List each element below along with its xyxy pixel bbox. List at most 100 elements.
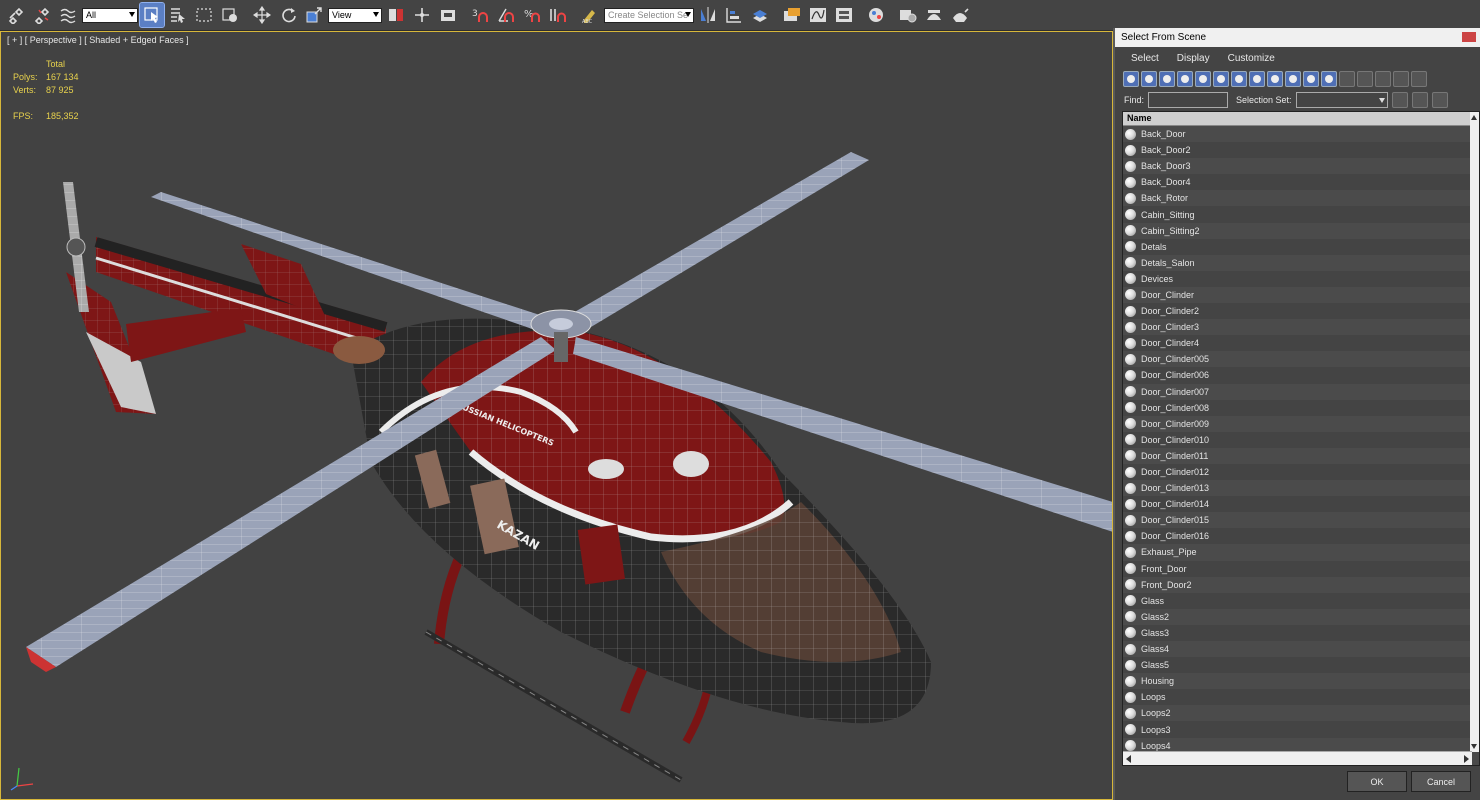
angle-snap-icon[interactable]	[494, 3, 518, 27]
list-item[interactable]: Door_Clinder005	[1123, 351, 1472, 368]
list-item[interactable]: Glass5	[1123, 657, 1472, 674]
list-item[interactable]: Devices	[1123, 270, 1472, 287]
pivot-icon[interactable]	[384, 3, 408, 27]
rotate-icon[interactable]	[276, 3, 300, 27]
list-item[interactable]: Door_Clinder007	[1123, 383, 1472, 400]
list-item[interactable]: Door_Clinder008	[1123, 399, 1472, 416]
selection-filter-select[interactable]: All	[82, 7, 138, 23]
mirror-icon[interactable]	[696, 3, 720, 27]
list-item[interactable]: Door_Clinder014	[1123, 496, 1472, 513]
list-item[interactable]: Glass2	[1123, 608, 1472, 625]
dialog-titlebar[interactable]: Select From Scene	[1115, 28, 1480, 47]
list-item[interactable]: Loops2	[1123, 705, 1472, 722]
display-geometry-icon[interactable]	[1123, 71, 1139, 87]
display-containers-icon[interactable]	[1285, 71, 1301, 87]
snap-3d-icon[interactable]: 3	[468, 3, 492, 27]
select-invert-icon[interactable]	[1431, 92, 1448, 108]
menu-select[interactable]: Select	[1131, 53, 1159, 64]
reference-coordinate-select[interactable]: View	[328, 7, 382, 23]
rect-region-icon[interactable]	[192, 3, 216, 27]
list-item[interactable]: Door_Clinder015	[1123, 512, 1472, 529]
render-frame-icon[interactable]	[922, 3, 946, 27]
list-item[interactable]: Front_Door	[1123, 560, 1472, 577]
schematic-view-icon[interactable]	[832, 3, 856, 27]
list-item[interactable]: Door_Clinder4	[1123, 335, 1472, 352]
sync-selection-icon[interactable]	[1411, 71, 1427, 87]
list-item[interactable]: Back_Door2	[1123, 142, 1472, 159]
list-item[interactable]: Cabin_Sitting	[1123, 206, 1472, 223]
list-item[interactable]: Door_Clinder2	[1123, 303, 1472, 320]
list-item[interactable]: Back_Door3	[1123, 158, 1472, 175]
display-none-icon[interactable]	[1357, 71, 1373, 87]
layer-manager-icon[interactable]	[748, 3, 772, 27]
list-item[interactable]: Door_Clinder009	[1123, 415, 1472, 432]
viewport-label[interactable]: [ + ] [ Perspective ] [ Shaded + Edged F…	[7, 35, 189, 45]
display-cameras-icon[interactable]	[1177, 71, 1193, 87]
curve-editor-icon[interactable]	[806, 3, 830, 27]
cancel-button[interactable]: Cancel	[1411, 771, 1471, 792]
percent-snap-icon[interactable]: %	[520, 3, 544, 27]
list-item[interactable]: Door_Clinder3	[1123, 319, 1472, 336]
list-item[interactable]: Door_Clinder	[1123, 286, 1472, 304]
display-space-warps-icon[interactable]	[1213, 71, 1229, 87]
select-manipulate-icon[interactable]	[410, 3, 434, 27]
list-item[interactable]: Glass4	[1123, 641, 1472, 658]
list-item[interactable]: Back_Door4	[1123, 174, 1472, 191]
render-setup-icon[interactable]	[896, 3, 920, 27]
display-helpers-icon[interactable]	[1195, 71, 1211, 87]
list-item[interactable]: Exhaust_Pipe	[1123, 544, 1472, 561]
bind-space-warp-icon[interactable]	[56, 3, 80, 27]
menu-display[interactable]: Display	[1177, 53, 1210, 64]
named-selection-set-select[interactable]: Create Selection Se	[604, 7, 694, 23]
list-item[interactable]: Glass	[1123, 592, 1472, 609]
scene-explorer-icon[interactable]	[780, 3, 804, 27]
list-item[interactable]: Housing	[1123, 673, 1472, 690]
display-frozen-icon[interactable]	[1303, 71, 1319, 87]
display-bones-icon[interactable]	[1267, 71, 1283, 87]
perspective-viewport[interactable]: KAZAN RUSSIAN HELICOPTERS [ + ] [ Perspe…	[0, 31, 1113, 800]
list-item[interactable]: Detals_Salon	[1123, 254, 1472, 271]
keyboard-shortcut-icon[interactable]	[436, 3, 460, 27]
display-lights-icon[interactable]	[1159, 71, 1175, 87]
horizontal-scrollbar[interactable]	[1123, 751, 1472, 765]
list-item[interactable]: Detals	[1123, 238, 1472, 255]
select-none-icon[interactable]	[1411, 92, 1428, 108]
list-item[interactable]: Front_Door2	[1123, 576, 1472, 593]
ok-button[interactable]: OK	[1347, 771, 1407, 792]
display-invert-icon[interactable]	[1375, 71, 1391, 87]
unlink-icon[interactable]	[30, 3, 54, 27]
select-all-icon[interactable]	[1391, 92, 1408, 108]
material-editor-icon[interactable]	[864, 3, 888, 27]
edit-named-selection-icon[interactable]: ABC	[578, 3, 602, 27]
display-shapes-icon[interactable]	[1141, 71, 1157, 87]
list-item[interactable]: Door_Clinder010	[1123, 431, 1472, 448]
list-item[interactable]: Door_Clinder013	[1123, 480, 1472, 497]
list-item[interactable]: Cabin_Sitting2	[1123, 222, 1472, 239]
list-item[interactable]: Door_Clinder012	[1123, 463, 1472, 481]
close-icon[interactable]	[1462, 32, 1476, 42]
display-hidden-icon[interactable]	[1321, 71, 1337, 87]
list-item[interactable]: Door_Clinder011	[1123, 447, 1472, 464]
column-header-name[interactable]: Name	[1123, 112, 1479, 126]
vertical-scrollbar[interactable]	[1470, 112, 1479, 752]
list-item[interactable]: Back_Door	[1123, 126, 1472, 143]
selection-set-select[interactable]	[1295, 92, 1388, 108]
link-icon[interactable]	[4, 3, 28, 27]
menu-customize[interactable]: Customize	[1228, 53, 1275, 64]
find-input[interactable]	[1148, 92, 1229, 108]
window-crossing-icon[interactable]	[218, 3, 242, 27]
list-item[interactable]: Glass3	[1123, 624, 1472, 641]
render-icon[interactable]	[948, 3, 972, 27]
list-item[interactable]: Door_Clinder016	[1123, 528, 1472, 545]
list-item[interactable]: Loops4	[1123, 737, 1472, 752]
list-item[interactable]: Back_Rotor	[1123, 190, 1472, 207]
spinner-snap-icon[interactable]	[546, 3, 570, 27]
display-groups-icon[interactable]	[1231, 71, 1247, 87]
display-all-icon[interactable]	[1339, 71, 1355, 87]
align-icon[interactable]	[722, 3, 746, 27]
list-item[interactable]: Loops	[1123, 689, 1472, 706]
filter-icon[interactable]	[1393, 71, 1409, 87]
select-by-name-icon[interactable]	[166, 3, 190, 27]
scale-icon[interactable]	[302, 3, 326, 27]
select-object-icon[interactable]	[139, 2, 165, 28]
